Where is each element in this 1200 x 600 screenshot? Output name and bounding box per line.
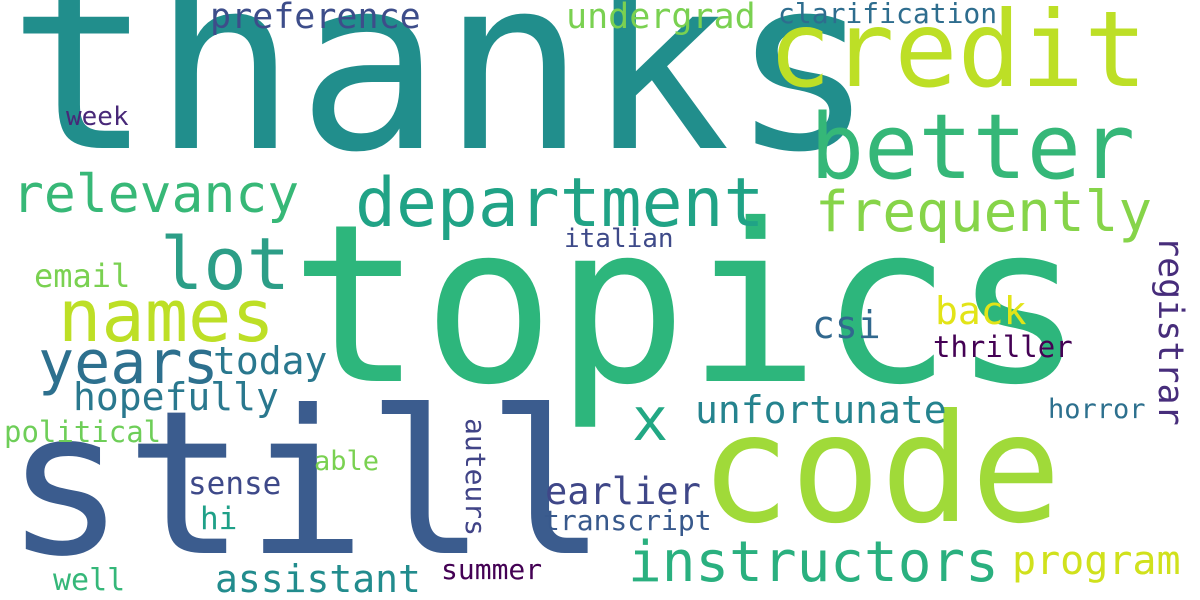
word-sense: sense <box>188 466 282 502</box>
word-registrar: registrar <box>1150 236 1190 426</box>
word-horror: horror <box>1048 394 1146 425</box>
word-assistant: assistant <box>215 557 421 600</box>
word-undergrad: undergrad <box>566 0 756 37</box>
word-frequently: frequently <box>815 180 1153 245</box>
word-x: x <box>632 385 669 455</box>
word-cloud: thanks topics still code credit better d… <box>0 0 1200 600</box>
word-summer: summer <box>441 553 543 586</box>
word-email: email <box>34 257 131 295</box>
word-csi: csi <box>812 303 881 347</box>
word-week: week <box>66 102 129 132</box>
word-back: back <box>935 289 1027 333</box>
word-relevancy: relevancy <box>12 164 300 225</box>
word-instructors: instructors <box>628 530 999 595</box>
word-program: program <box>1012 538 1181 584</box>
word-political: political <box>4 415 162 449</box>
word-transcript: transcript <box>543 504 712 537</box>
word-hopefully: hopefully <box>73 375 279 419</box>
word-auteurs: auteurs <box>459 418 492 537</box>
word-well: well <box>53 563 126 598</box>
word-hi: hi <box>200 501 238 537</box>
word-preference: preference <box>210 0 421 37</box>
word-clarification: clarification <box>778 0 998 30</box>
word-unfortunate: unfortunate <box>695 388 947 432</box>
word-department: department <box>355 164 765 243</box>
word-italian: italian <box>564 224 674 254</box>
word-thriller: thriller <box>933 330 1073 364</box>
word-able: able <box>314 446 380 477</box>
